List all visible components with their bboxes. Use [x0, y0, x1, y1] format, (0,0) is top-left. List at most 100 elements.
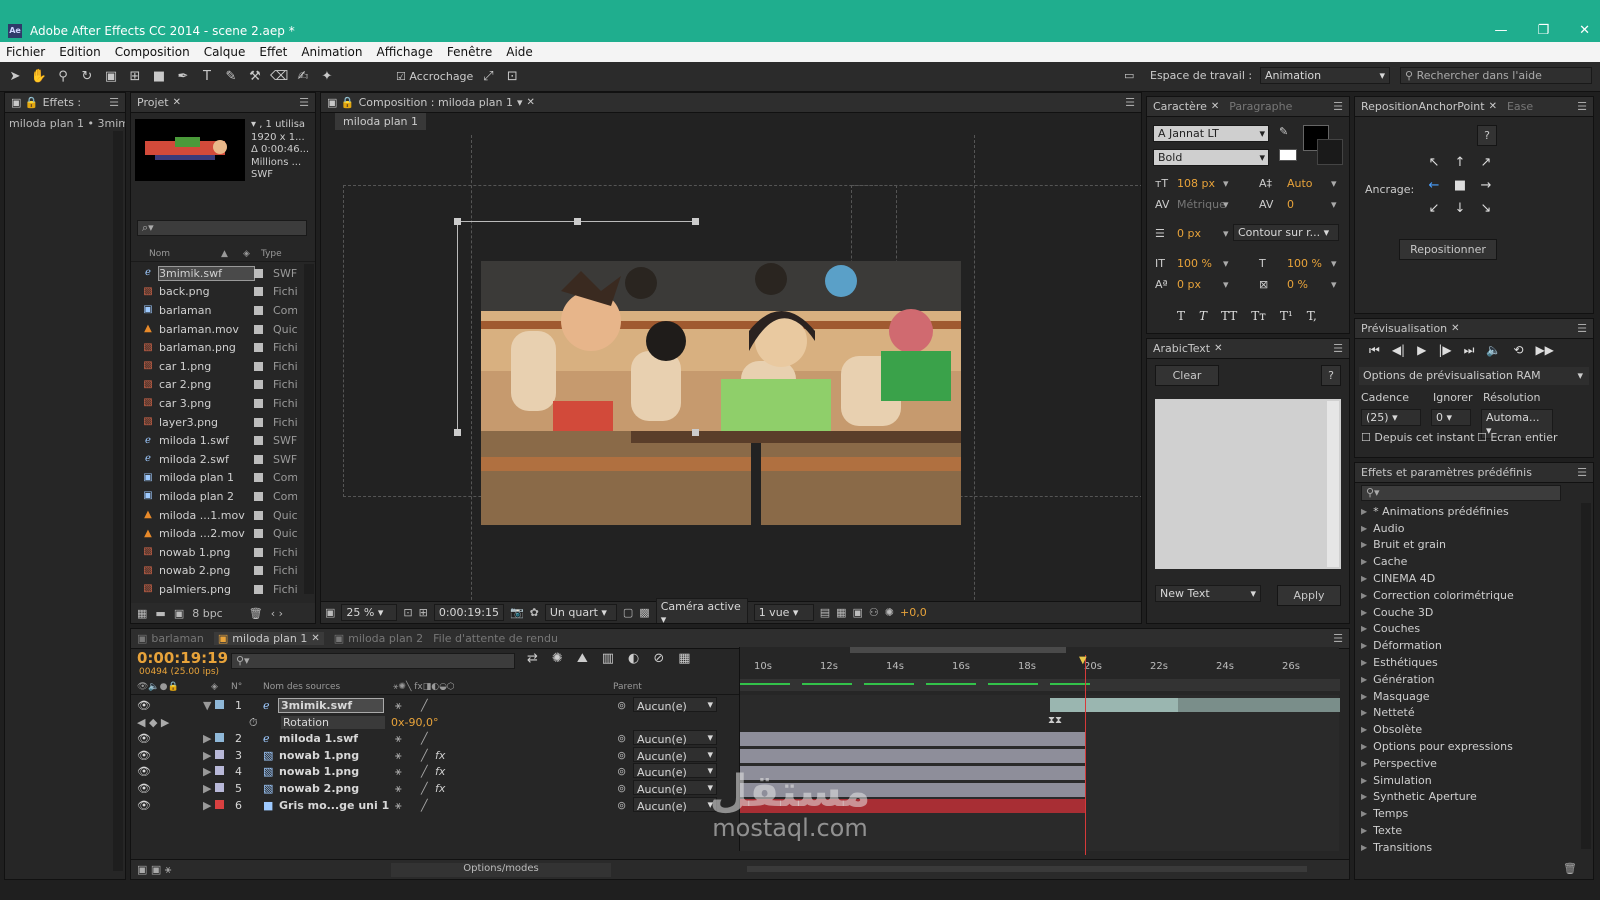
expand-triangle-icon[interactable]: ▶ [1361, 574, 1367, 583]
font-style-select[interactable]: Bold ▾ [1153, 149, 1269, 166]
visibility-eye-icon[interactable]: 👁 [137, 699, 151, 712]
tab-preview[interactable]: Prévisualisation ✕ [1361, 322, 1460, 335]
layer-source-name[interactable]: nowab 1.png [279, 765, 359, 778]
transform-handle[interactable] [692, 218, 699, 225]
layer-source-name[interactable]: Gris mo...ge uni 1 [279, 799, 389, 812]
project-item[interactable]: ℯ miloda 2.swf SWF [131, 450, 307, 469]
menu-affichage[interactable]: Affichage [377, 45, 433, 59]
panel-menu-icon[interactable]: ☰ [1577, 466, 1587, 479]
menu-aide[interactable]: Aide [506, 45, 533, 59]
col-source-name[interactable]: Nom des sources [263, 682, 340, 692]
project-item[interactable]: ▧ car 1.png Fichi [131, 357, 307, 376]
visibility-eye-icon[interactable]: 👁 [137, 782, 151, 795]
chevron-down-icon[interactable]: ▾ [1331, 177, 1337, 190]
effects-category[interactable]: ▶ Simulation [1355, 772, 1581, 789]
shy-switch-icon[interactable]: ⚹ [395, 699, 402, 713]
expand-triangle-icon[interactable]: ▶ [1361, 826, 1367, 835]
cadence-select[interactable]: (25) ▾ [1361, 409, 1421, 426]
font-family-select[interactable]: A Jannat LT ▾ [1153, 125, 1269, 142]
audio-icon[interactable]: 🔈 [1486, 343, 1501, 358]
tab-miloda-plan-2[interactable]: ▣ miloda plan 2 [334, 632, 423, 645]
expand-triangle-icon[interactable]: ▶ [1361, 742, 1367, 751]
tab-barlaman[interactable]: ▣ barlaman [137, 632, 204, 645]
text-mode-select[interactable]: New Text ▾ [1155, 585, 1261, 602]
menu-fenetre[interactable]: Fenêtre [447, 45, 492, 59]
horizontal-scale-value[interactable]: 100 % [1287, 257, 1322, 270]
keyframe-navigator-icon[interactable]: ◀ ◆ ▶ [137, 716, 169, 729]
rectangle-tool-icon[interactable]: ■ [150, 68, 168, 86]
clear-button[interactable]: Clear [1155, 365, 1219, 386]
effects-category[interactable]: ▶ Couche 3D [1355, 604, 1581, 621]
label-swatch[interactable] [254, 510, 263, 520]
layer-source-name[interactable]: nowab 1.png [279, 749, 359, 762]
label-swatch[interactable] [254, 436, 263, 446]
effects-category[interactable]: ▶ Netteté [1355, 705, 1581, 722]
panel-menu-icon[interactable]: ☰ [1333, 342, 1343, 355]
previous-frame-icon[interactable]: ◀| [1392, 343, 1405, 358]
layer-label-color[interactable] [215, 749, 224, 759]
close-icon[interactable]: ✕ [1489, 101, 1497, 112]
timeline-zoom-slider[interactable] [747, 866, 1307, 872]
tab-paragraph[interactable]: Paragraphe [1229, 100, 1292, 113]
font-size-value[interactable]: 108 px [1177, 177, 1215, 190]
help-search-input[interactable]: ⚲ Rechercher dans l'aide [1400, 67, 1592, 84]
expand-triangle-icon[interactable]: ▶ [1361, 557, 1367, 566]
transparency-grid-icon[interactable]: ▩ [639, 606, 649, 619]
time-ruler[interactable]: 10s 12s 14s 16s 18s 20s 22s 24s 26s [739, 647, 1340, 695]
parent-select[interactable]: Aucun(e) ▾ [633, 746, 717, 763]
layer-row[interactable]: 👁 ▶ 6 ■ Gris mo...ge uni 1 ⚹ ╱ ⊚ Aucun(e) ▾ [131, 796, 731, 814]
chevron-down-icon[interactable]: ▾ [1223, 257, 1229, 270]
expand-triangle-icon[interactable]: ▶ [1361, 524, 1367, 533]
label-swatch[interactable] [254, 361, 263, 371]
project-item[interactable]: ▲ miloda ...2.mov Quicl [131, 524, 307, 543]
effects-category[interactable]: ▶ Synthetic Aperture [1355, 789, 1581, 806]
label-swatch[interactable] [254, 417, 263, 427]
col-parent[interactable]: Parent [613, 682, 642, 692]
keyframe-icon[interactable]: ⧗⧗ [1048, 715, 1062, 726]
exposure-icon[interactable]: ✺ [885, 606, 894, 619]
quality-switch-icon[interactable]: ╱ [421, 782, 428, 795]
scroll-arrows-icon[interactable]: ‹ › [271, 607, 283, 620]
project-item[interactable]: ▣ miloda plan 1 Com [131, 469, 307, 488]
panel-menu-icon[interactable]: ☰ [109, 96, 119, 109]
chevron-down-icon[interactable]: ▾ [1223, 198, 1229, 211]
label-swatch[interactable] [254, 268, 263, 278]
expand-triangle-icon[interactable]: ▶ [1361, 658, 1367, 667]
property-row[interactable]: ◀ ◆ ▶ ⏱ Rotation 0x-90,0° [131, 714, 731, 731]
pickwhip-icon[interactable]: ⊚ [617, 799, 626, 812]
fx-icon[interactable]: fx [435, 765, 445, 778]
trash-icon[interactable]: 🗑 [249, 607, 263, 620]
expand-triangle-icon[interactable]: ▶ [1361, 776, 1367, 785]
effects-category[interactable]: ▶ Masquage [1355, 688, 1581, 705]
expand-triangle-icon[interactable]: ▶ [1361, 675, 1367, 684]
clone-stamp-tool-icon[interactable]: ⚒ [246, 68, 264, 86]
menu-composition[interactable]: Composition [115, 45, 190, 59]
panel-menu-icon[interactable]: ☰ [1125, 96, 1135, 109]
anchor-right-icon[interactable]: → [1473, 178, 1499, 193]
expand-triangle-icon[interactable]: ▶ [1361, 725, 1367, 734]
leading-value[interactable]: Auto [1287, 177, 1313, 190]
shy-switch-icon[interactable]: ⚹ [395, 799, 402, 813]
close-icon[interactable]: ✕ [311, 633, 319, 644]
bpc-label[interactable]: 8 bpc [192, 607, 223, 620]
minimize-icon[interactable]: — [1494, 23, 1507, 38]
pickwhip-icon[interactable]: ⊚ [617, 732, 626, 745]
playhead-icon[interactable]: ▼ [1079, 655, 1087, 666]
effects-list-scrollbar[interactable] [1581, 503, 1591, 849]
expand-triangle-icon[interactable]: ▶ [1361, 843, 1367, 852]
next-frame-icon[interactable]: |▶ [1438, 343, 1451, 358]
effects-category[interactable]: ▶ Bruit et grain [1355, 537, 1581, 554]
parent-select[interactable]: Aucun(e) ▾ [633, 763, 717, 779]
layer-bar-nowab1b[interactable] [740, 766, 1086, 780]
show-channel-icon[interactable]: ✿ [530, 606, 539, 619]
faux-italic-button[interactable]: T [1199, 309, 1207, 323]
label-swatch[interactable] [254, 343, 263, 353]
col-type[interactable]: Type [261, 249, 282, 259]
composition-subtab[interactable]: miloda plan 1 [335, 113, 427, 130]
kerning-value[interactable]: Métrique [1177, 198, 1226, 211]
project-item[interactable]: ▧ car 3.png Fichi [131, 394, 307, 413]
expand-triangle-icon[interactable]: ▶ [1361, 507, 1367, 516]
expand-triangle-icon[interactable]: ▶ [1361, 708, 1367, 717]
menu-edition[interactable]: Edition [59, 45, 101, 59]
panel-menu-icon[interactable]: ☰ [1333, 632, 1343, 645]
